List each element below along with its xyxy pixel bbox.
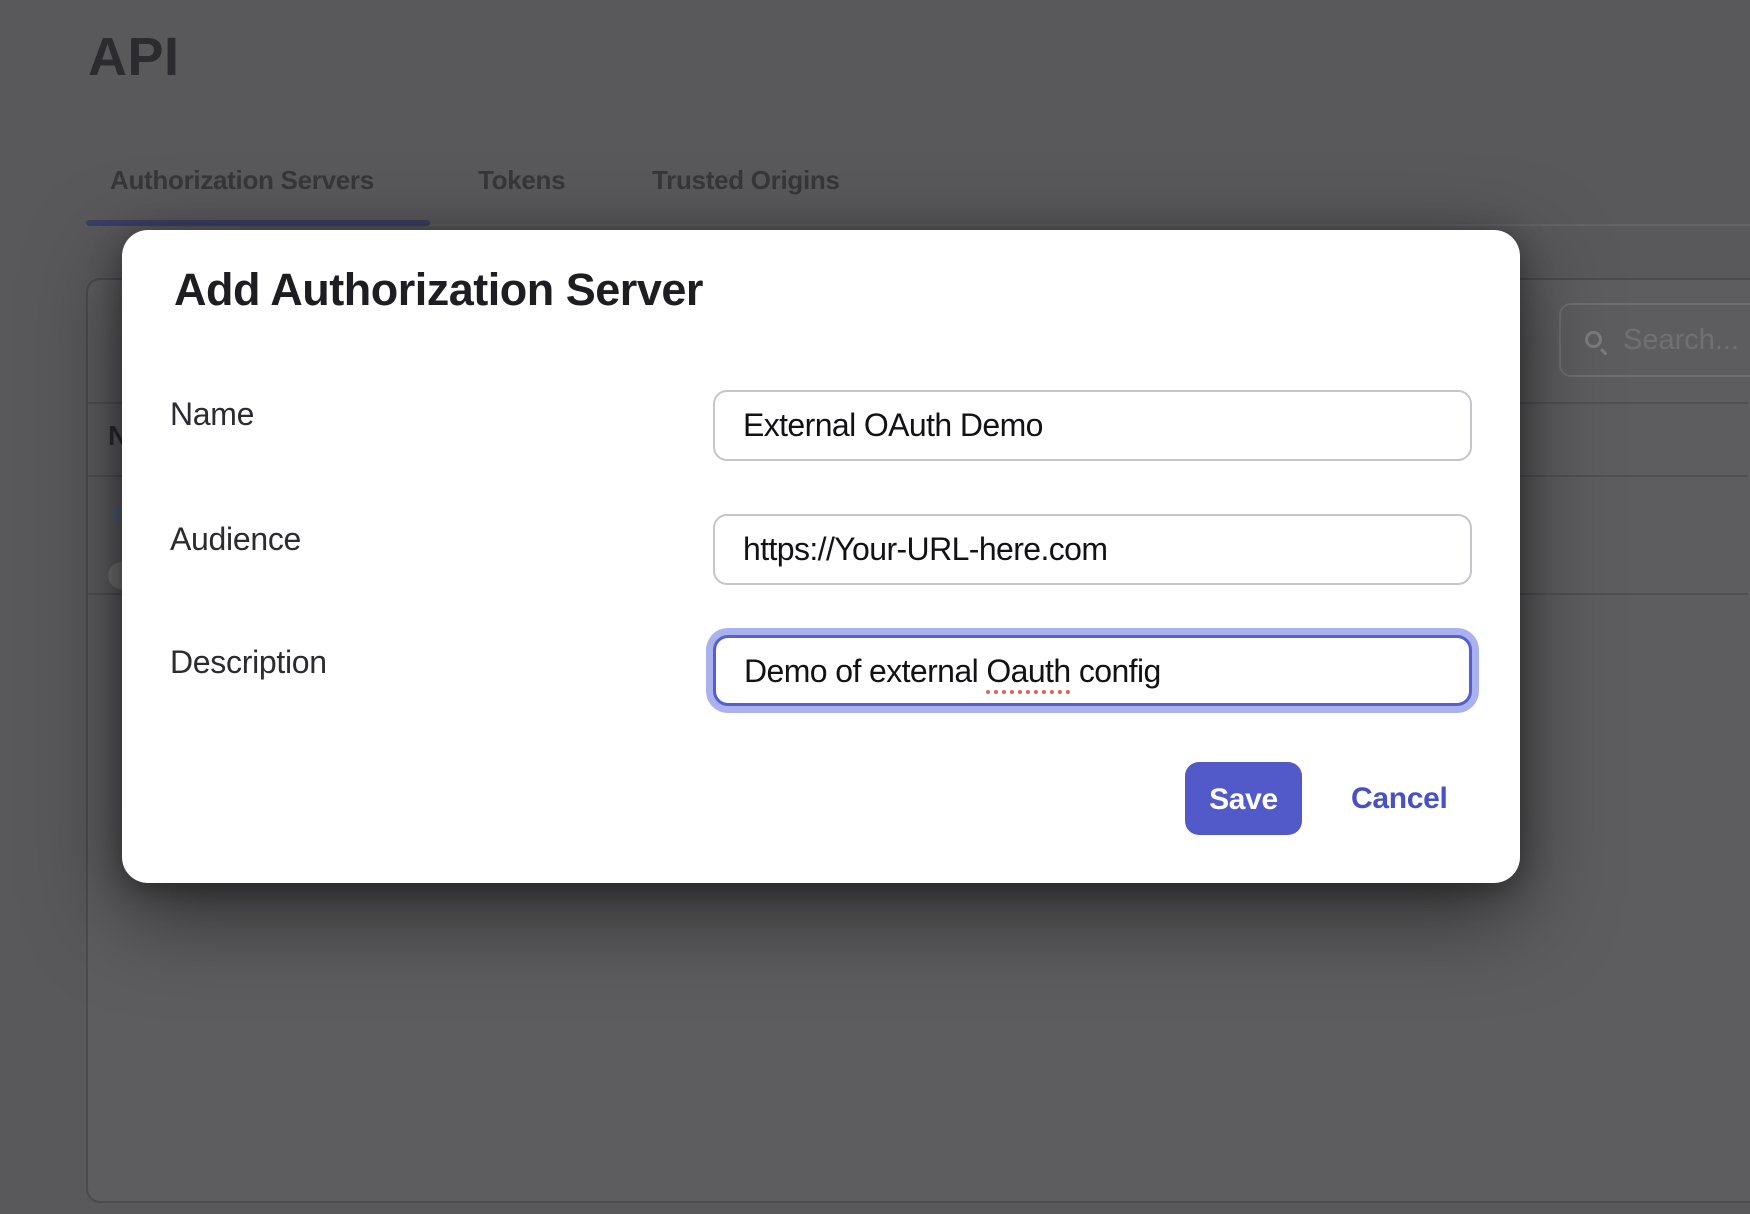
audience-label: Audience (170, 521, 301, 557)
audience-field-value: https://Your-URL-here.com (743, 531, 1107, 567)
tab-trusted-origins[interactable]: Trusted Origins (652, 164, 840, 196)
description-field-value: Demo of external Oauth config (744, 653, 1161, 689)
save-button[interactable]: Save (1185, 762, 1302, 835)
tab-tokens[interactable]: Tokens (478, 164, 565, 196)
tab-authorization-servers[interactable]: Authorization Servers (110, 164, 374, 196)
search-input[interactable]: Search... (1559, 303, 1750, 377)
name-field[interactable]: External OAuth Demo (713, 390, 1472, 461)
modal-title: Add Authorization Server (174, 264, 703, 316)
search-icon (1585, 331, 1602, 348)
name-label: Name (170, 396, 254, 432)
misspelled-word: Oauth (986, 653, 1070, 689)
name-field-value: External OAuth Demo (743, 407, 1043, 443)
screen: API Authorization Servers Tokens Trusted… (0, 0, 1750, 1214)
search-placeholder: Search... (1623, 305, 1739, 375)
description-label: Description (170, 644, 327, 680)
description-field[interactable]: Demo of external Oauth config (713, 635, 1472, 706)
add-authorization-server-modal: Add Authorization Server Name External O… (122, 230, 1520, 883)
audience-field[interactable]: https://Your-URL-here.com (713, 514, 1472, 585)
page-title: API (88, 26, 180, 88)
active-tab-underline (86, 220, 430, 226)
cancel-button[interactable]: Cancel (1351, 762, 1448, 835)
